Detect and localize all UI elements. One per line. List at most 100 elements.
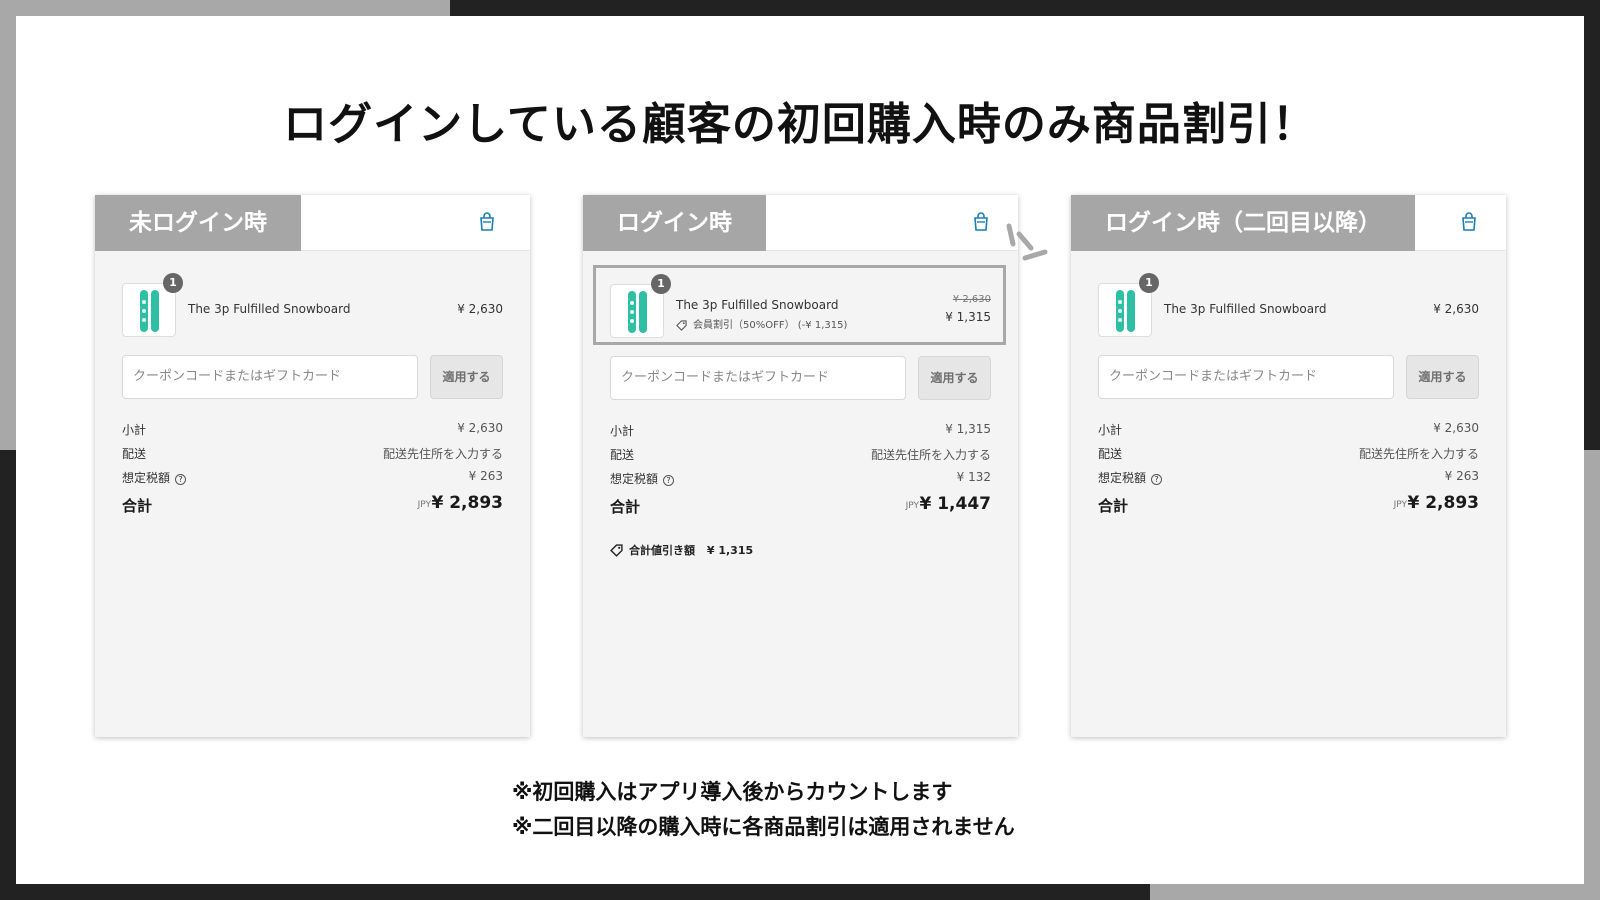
apply-button[interactable]: 適用する xyxy=(1406,355,1479,399)
shipping-row: 配送 配送先住所を入力する xyxy=(122,441,503,465)
panel-header: 未ログイン時 xyxy=(95,195,530,251)
subtotal-row: 小計 ¥ 2,630 xyxy=(1098,417,1479,441)
total-value: ¥ 1,447 xyxy=(919,494,991,514)
total-label: 合計 xyxy=(610,498,641,516)
shopping-bag-icon[interactable] xyxy=(1460,212,1478,232)
coupon-input[interactable]: クーポンコードまたはギフトカード xyxy=(610,356,906,400)
subtotal-value: ¥ 1,315 xyxy=(945,422,991,436)
tax-label: 想定税額 xyxy=(1098,471,1147,485)
checkout-panel-guest: 未ログイン時 1 The 3p Fulfilled Snowboard ¥ 2,… xyxy=(95,195,530,737)
panel-header: ログイン時 xyxy=(583,195,1018,251)
currency-code: JPY xyxy=(1393,500,1407,510)
shipping-value: 配送先住所を入力する xyxy=(870,448,991,462)
subtotal-label: 小計 xyxy=(1098,423,1123,437)
line-item: 1 The 3p Fulfilled Snowboard ¥ 2,630 xyxy=(122,273,503,337)
coupon-row: クーポンコードまたはギフトカード 適用する xyxy=(1098,355,1479,399)
product-name: The 3p Fulfilled Snowboard xyxy=(1164,302,1327,316)
coupon-input[interactable]: クーポンコードまたはギフトカード xyxy=(122,355,418,399)
total-label: 合計 xyxy=(1098,497,1129,515)
total-savings-label: 合計値引き額 xyxy=(629,544,695,557)
discount-label: 会員割引（50%OFF） (-¥ 1,315) xyxy=(693,320,848,331)
tax-label-wrap: 想定税額? xyxy=(610,470,675,487)
total-label: 合計 xyxy=(122,497,153,515)
total-row: 合計 JPY ¥ 2,893 xyxy=(122,489,503,523)
apply-button[interactable]: 適用する xyxy=(430,355,503,399)
shipping-value: 配送先住所を入力する xyxy=(382,447,503,461)
shopping-bag-icon[interactable] xyxy=(478,212,496,232)
subtotal-label: 小計 xyxy=(122,423,147,437)
subtotal-row: 小計 ¥ 1,315 xyxy=(610,418,991,442)
checkout-panel-repeat: ログイン時（二回目以降） 1 The 3p Fulfilled Snowboar… xyxy=(1071,195,1506,737)
subtotal-value: ¥ 2,630 xyxy=(1433,421,1479,435)
discount-line: 会員割引（50%OFF） (-¥ 1,315) xyxy=(676,316,847,331)
tag-icon xyxy=(676,320,687,331)
help-circle-icon[interactable]: ? xyxy=(175,474,187,485)
page-title: ログインしている顧客の初回購入時のみ商品割引！ xyxy=(283,99,1317,150)
quantity-badge: 1 xyxy=(651,274,671,294)
frame-bottom-right xyxy=(1150,884,1600,900)
coupon-row: クーポンコードまたはギフトカード 適用する xyxy=(122,355,503,399)
footnote-repeat-purchase: ※二回目以降の購入時に各商品割引は適用されません xyxy=(512,815,1015,839)
tag-icon xyxy=(610,544,623,557)
total-value: ¥ 2,893 xyxy=(431,493,503,513)
coupon-input[interactable]: クーポンコードまたはギフトカード xyxy=(1098,355,1394,399)
shipping-label: 配送 xyxy=(610,448,635,462)
total-savings: 合計値引き額 ¥ 1,315 xyxy=(610,542,753,558)
subtotal-row: 小計 ¥ 2,630 xyxy=(122,417,503,441)
shipping-row: 配送 配送先住所を入力する xyxy=(610,442,991,466)
currency-code: JPY xyxy=(905,501,919,511)
order-summary: 小計 ¥ 1,315 配送 配送先住所を入力する 想定税額? ¥ 132 合計 … xyxy=(610,418,991,524)
help-circle-icon[interactable]: ? xyxy=(1151,474,1163,485)
subtotal-label: 小計 xyxy=(610,424,635,438)
subtotal-value: ¥ 2,630 xyxy=(457,421,503,435)
frame-bottom-left xyxy=(0,884,1150,900)
order-summary: 小計 ¥ 2,630 配送 配送先住所を入力する 想定税額? ¥ 263 合計 … xyxy=(1098,417,1479,523)
quantity-badge: 1 xyxy=(1139,273,1159,293)
total-row: 合計 JPY ¥ 2,893 xyxy=(1098,489,1479,523)
tax-label: 想定税額 xyxy=(122,471,171,485)
frame-right-top xyxy=(1584,0,1600,450)
tax-value: ¥ 263 xyxy=(468,469,503,483)
shipping-row: 配送 配送先住所を入力する xyxy=(1098,441,1479,465)
line-item: 1 The 3p Fulfilled Snowboard ¥ 2,630 xyxy=(1098,273,1479,337)
line-item: 1 The 3p Fulfilled Snowboard 会員割引（50%OFF… xyxy=(610,274,991,338)
tax-row: 想定税額? ¥ 263 xyxy=(1098,465,1479,489)
apply-button[interactable]: 適用する xyxy=(918,356,991,400)
total-savings-value: ¥ 1,315 xyxy=(706,544,754,557)
product-price: ¥ 1,315 xyxy=(945,310,991,324)
panel-tab-label: 未ログイン時 xyxy=(95,195,301,251)
shipping-label: 配送 xyxy=(122,447,147,461)
quantity-badge: 1 xyxy=(163,273,183,293)
original-price: ¥ 2,630 xyxy=(952,294,991,305)
currency-code: JPY xyxy=(417,500,431,510)
order-summary: 小計 ¥ 2,630 配送 配送先住所を入力する 想定税額? ¥ 263 合計 … xyxy=(122,417,503,523)
tax-value: ¥ 132 xyxy=(956,470,991,484)
frame-left-bottom xyxy=(0,450,16,900)
product-name: The 3p Fulfilled Snowboard xyxy=(676,298,839,312)
tax-row: 想定税額? ¥ 263 xyxy=(122,465,503,489)
total-row: 合計 JPY ¥ 1,447 xyxy=(610,490,991,524)
help-circle-icon[interactable]: ? xyxy=(663,475,675,486)
frame-right-bottom xyxy=(1584,450,1600,900)
panel-header: ログイン時（二回目以降） xyxy=(1071,195,1506,251)
checkout-panel-logged-in: ログイン時 1 The 3p Fulfilled Snowboard 会員割引（… xyxy=(583,195,1018,737)
frame-left-top xyxy=(0,0,16,450)
tax-row: 想定税額? ¥ 132 xyxy=(610,466,991,490)
shipping-label: 配送 xyxy=(1098,447,1123,461)
frame-top-left xyxy=(0,0,450,16)
tax-label-wrap: 想定税額? xyxy=(122,469,187,486)
panel-tab-label: ログイン時（二回目以降） xyxy=(1071,195,1415,251)
footnote-first-purchase: ※初回購入はアプリ導入後からカウントします xyxy=(512,780,953,804)
product-price: ¥ 2,630 xyxy=(457,302,503,316)
tax-label: 想定税額 xyxy=(610,472,659,486)
spark-icon xyxy=(1006,223,1048,261)
product-price: ¥ 2,630 xyxy=(1433,302,1479,316)
tax-label-wrap: 想定税額? xyxy=(1098,469,1163,486)
panel-tab-label: ログイン時 xyxy=(583,195,766,251)
total-value: ¥ 2,893 xyxy=(1407,493,1479,513)
shopping-bag-icon[interactable] xyxy=(972,212,990,232)
shipping-value: 配送先住所を入力する xyxy=(1358,447,1479,461)
footnotes: ※初回購入はアプリ導入後からカウントします ※二回目以降の購入時に各商品割引は適… xyxy=(512,775,1015,845)
frame-top-right xyxy=(450,0,1600,16)
coupon-row: クーポンコードまたはギフトカード 適用する xyxy=(610,356,991,400)
